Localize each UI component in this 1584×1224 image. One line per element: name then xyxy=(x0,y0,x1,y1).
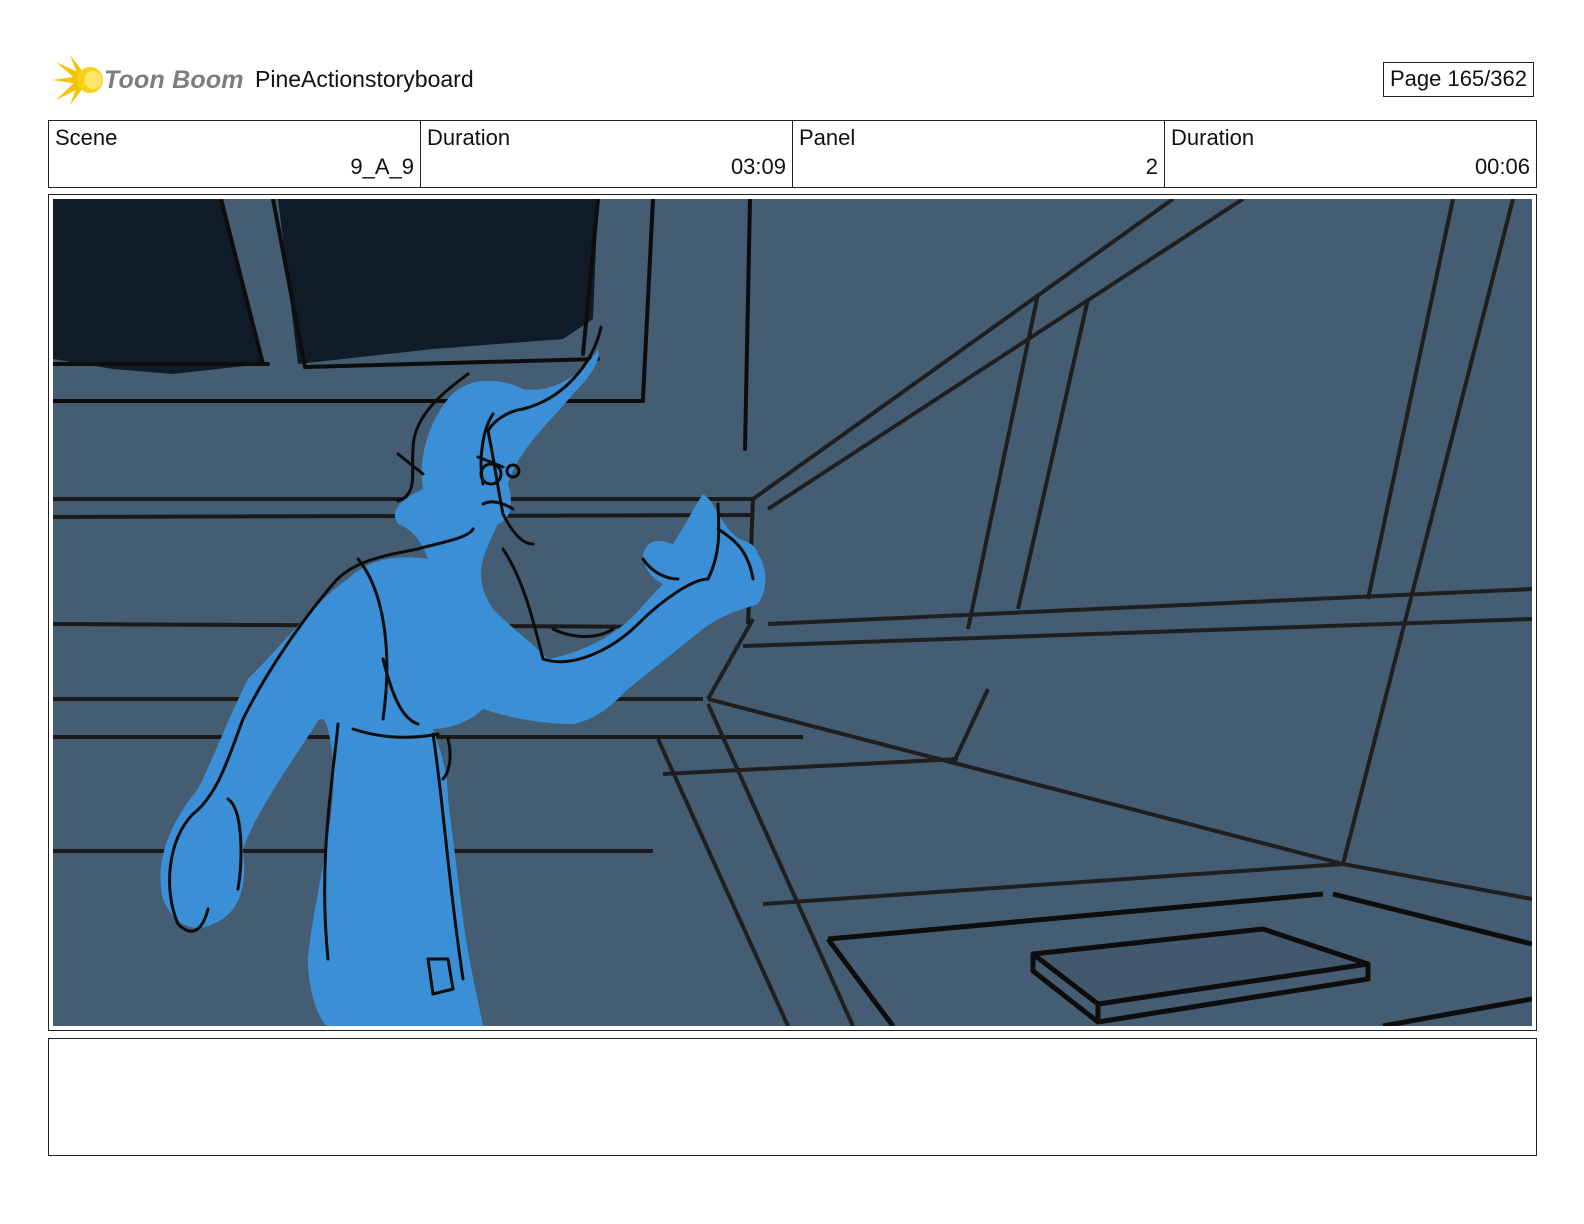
panel-label: Panel xyxy=(799,125,856,150)
logo-text: Toon Boom xyxy=(104,66,244,94)
scene-duration-cell: Duration 03:09 xyxy=(421,121,793,187)
panel-cell: Panel 2 xyxy=(793,121,1165,187)
scene-info-table: Scene 9_A_9 Duration 03:09 Panel 2 Durat… xyxy=(48,120,1537,188)
scene-duration-label: Duration xyxy=(427,125,511,150)
scene-value: 9_A_9 xyxy=(350,154,414,179)
project-title: PineActionstoryboard xyxy=(255,66,474,92)
starburst-icon xyxy=(52,55,103,105)
scene-cell: Scene 9_A_9 xyxy=(49,121,421,187)
panel-drawing xyxy=(53,199,1532,1026)
scene-label: Scene xyxy=(55,125,118,150)
storyboard-panel-image xyxy=(53,199,1532,1026)
toon-boom-logo: Toon Boom xyxy=(50,54,250,106)
panel-duration-cell: Duration 00:06 xyxy=(1165,121,1536,187)
storyboard-panel-frame xyxy=(48,194,1537,1031)
page-number-box: Page 165/362 xyxy=(1382,62,1534,97)
panel-value: 2 xyxy=(1145,154,1158,179)
page-header: Toon Boom PineActionstoryboard Page 165/… xyxy=(50,54,1534,110)
panel-duration-value: 00:06 xyxy=(1474,154,1530,179)
panel-notes-box xyxy=(48,1038,1537,1156)
panel-duration-label: Duration xyxy=(1171,125,1255,150)
scene-duration-value: 03:09 xyxy=(730,154,786,179)
